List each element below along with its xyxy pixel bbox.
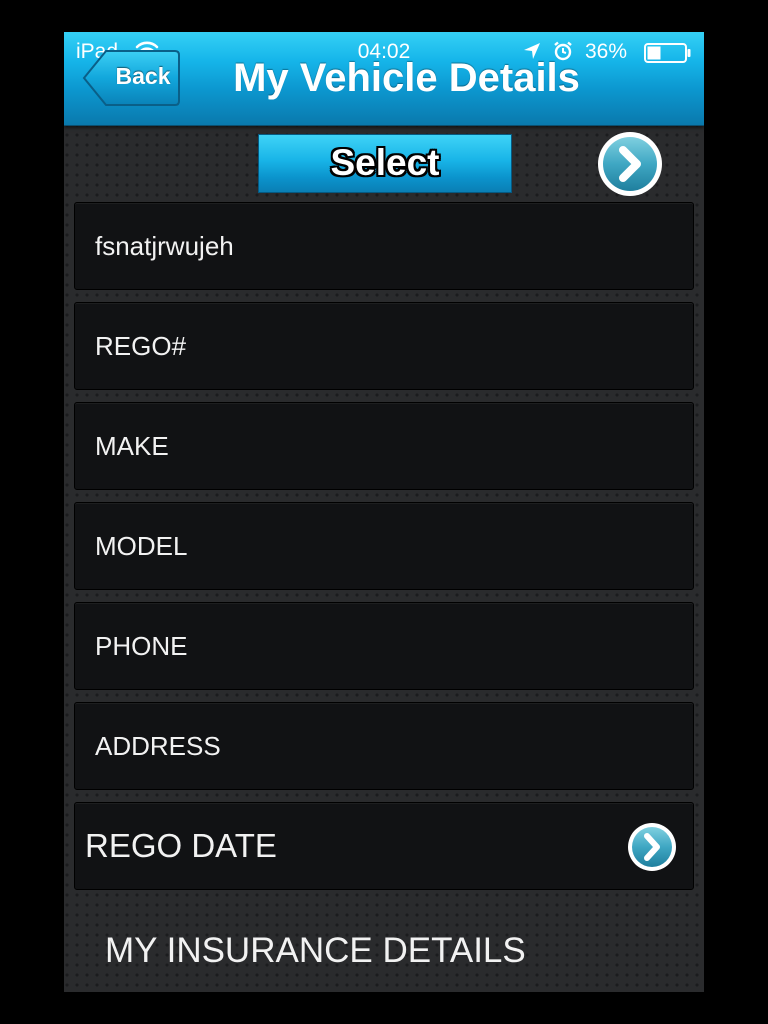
navigation-bar: iPad 04:02 36% Back My Vehicle Details bbox=[64, 32, 704, 126]
rego-number-placeholder: REGO# bbox=[95, 331, 187, 361]
address-field[interactable]: ADDRESS bbox=[74, 702, 694, 790]
make-placeholder: MAKE bbox=[95, 431, 169, 461]
chevron-right-circle-icon[interactable] bbox=[626, 821, 678, 873]
model-placeholder: MODEL bbox=[95, 531, 188, 561]
vehicle-name-field[interactable]: fsnatjrwujeh bbox=[74, 202, 694, 290]
battery-icon bbox=[644, 43, 692, 68]
model-field[interactable]: MODEL bbox=[74, 502, 694, 590]
back-button-label: Back bbox=[115, 63, 171, 89]
select-button[interactable]: Select bbox=[258, 134, 512, 193]
rego-date-label: REGO DATE bbox=[85, 827, 277, 864]
rego-number-field[interactable]: REGO# bbox=[74, 302, 694, 390]
back-button[interactable]: Back bbox=[82, 49, 181, 107]
app-screen: iPad 04:02 36% Back My Vehicle Details S… bbox=[64, 32, 704, 992]
phone-placeholder: PHONE bbox=[95, 631, 188, 661]
address-placeholder: ADDRESS bbox=[95, 731, 221, 761]
insurance-section-heading[interactable]: MY INSURANCE DETAILS bbox=[105, 929, 526, 973]
rego-date-row[interactable]: REGO DATE bbox=[74, 802, 694, 890]
make-field[interactable]: MAKE bbox=[74, 402, 694, 490]
vehicle-name-value: fsnatjrwujeh bbox=[95, 231, 234, 261]
phone-field[interactable]: PHONE bbox=[74, 602, 694, 690]
page-title: My Vehicle Details bbox=[233, 56, 580, 100]
chevron-right-circle-icon[interactable] bbox=[595, 129, 665, 199]
